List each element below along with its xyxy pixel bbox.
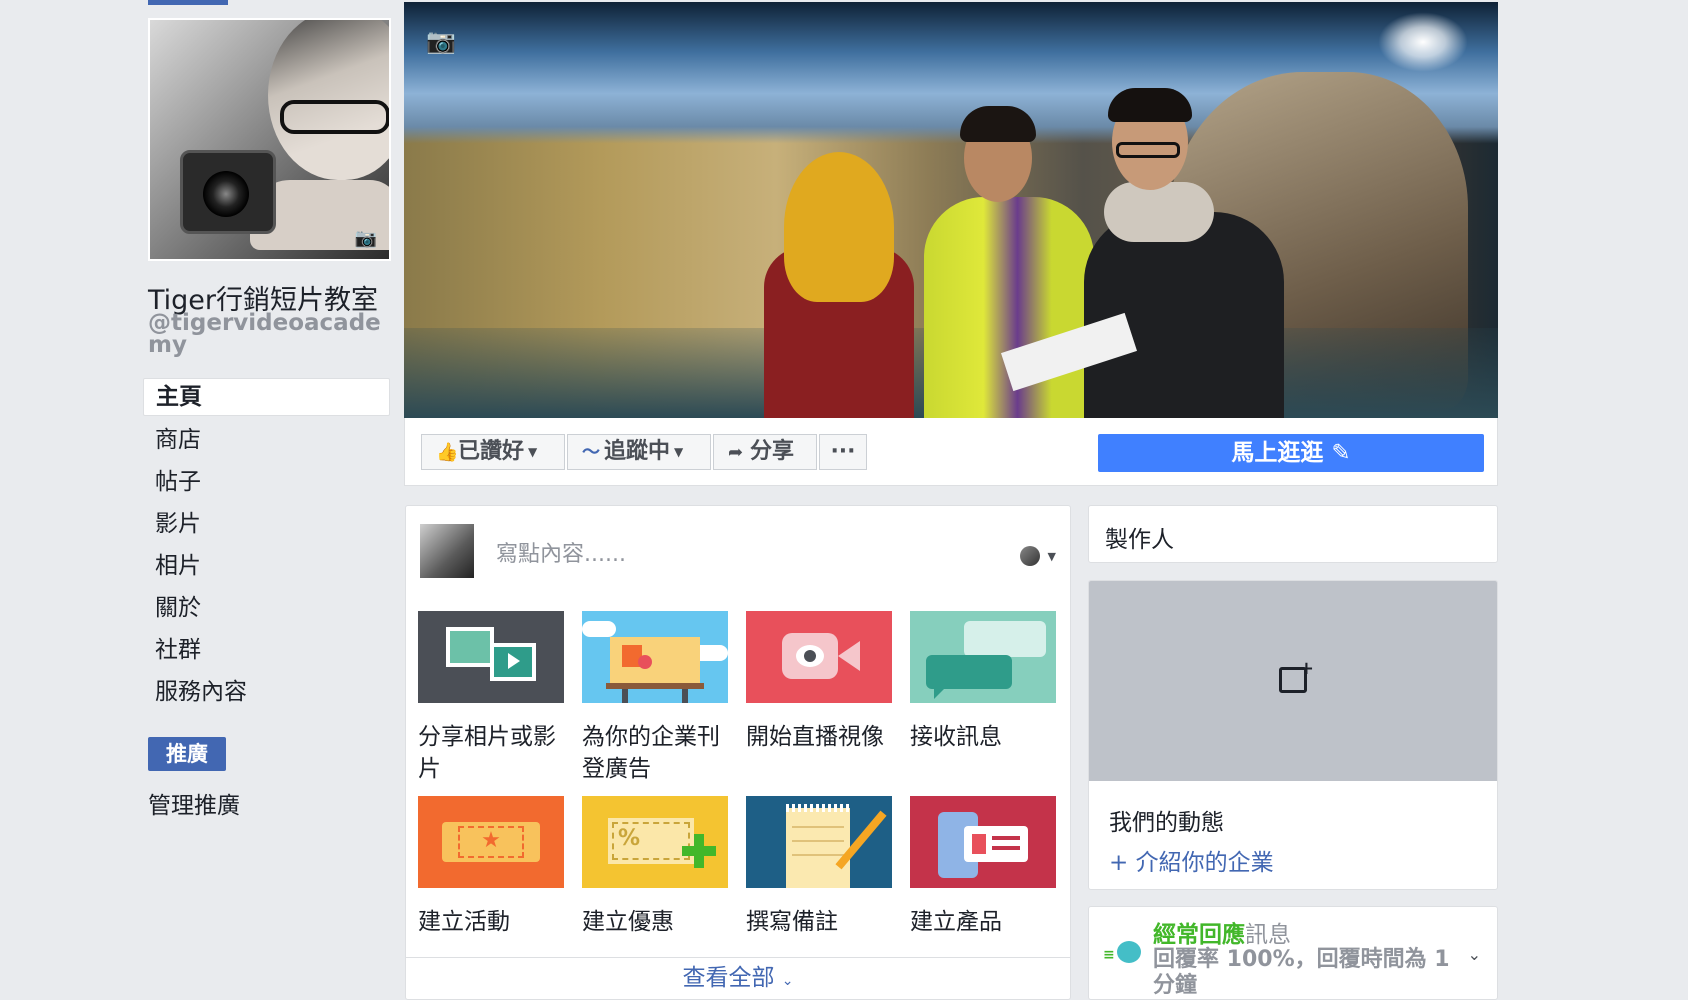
pencil-icon[interactable]: ✎ [1331,440,1350,466]
following-button[interactable]: 〜追蹤中 ▼ [567,434,711,470]
nav-item-home[interactable]: 主頁 [143,378,390,416]
coupon-icon: % [582,796,728,888]
message-icon [910,611,1056,703]
share-arrow-icon: ➦ [728,442,744,463]
cover-light [1378,12,1468,72]
promote-button[interactable]: 推廣 [148,737,226,771]
tile-label: 建立產品 [910,909,1002,935]
response-title: 經常回應訊息 [1153,915,1291,949]
update-cover-camera-icon[interactable]: 📷 [426,28,456,54]
tile-label: 撰寫備註 [746,909,838,935]
tile-label: 建立優惠 [582,909,674,935]
nav-item-shop[interactable]: 商店 [143,420,390,462]
profile-photo-lens [203,171,249,217]
shop-now-button[interactable]: 馬上逛逛 ✎ [1098,434,1484,472]
share-label: 分享 [750,439,795,464]
chevron-down-icon[interactable]: ⌄ [1468,945,1481,964]
tile-advertise[interactable]: 為你的企業刊登廣告 [582,611,728,785]
share-button[interactable]: ➦ 分享 [713,434,817,470]
response-title-highlight: 經常回應 [1153,922,1245,948]
page-action-bar: 👍已讚好 ▼ 〜追蹤中 ▼ ➦ 分享 ··· 馬上逛逛 ✎ [404,418,1498,486]
nav-item-videos[interactable]: 影片 [143,504,390,546]
nav-item-services[interactable]: 服務內容 [143,672,390,714]
add-photo-icon[interactable] [1279,658,1314,693]
tile-go-live[interactable]: 開始直播視像 [746,611,892,753]
creator-label: 製作人 [1105,527,1174,553]
rss-icon: 〜 [582,442,600,463]
introduce-business-link[interactable]: + 介紹你的企業 [1109,843,1274,877]
profile-photo-camera [180,150,276,234]
cover-person-2 [924,197,1094,418]
post-composer: 寫點內容...... ▼ 分享相片或影片 為你的企業刊登廣告 開始直播視像 接收… [405,505,1071,1000]
chevron-down-icon: ▼ [674,445,684,459]
tile-write-note[interactable]: 撰寫備註 [746,796,892,938]
manage-promotions-link[interactable]: 管理推廣 [148,786,240,820]
tile-label: 接收訊息 [910,724,1002,750]
story-title: 我們的動態 [1109,810,1224,836]
tile-create-event[interactable]: ★ 建立活動 [418,796,564,938]
nav-item-posts[interactable]: 帖子 [143,462,390,504]
response-detail: 回覆率 100%，回覆時間為 1 分鐘 [1153,947,1450,998]
live-video-icon [746,611,892,703]
chevron-down-icon: ▼ [528,445,538,459]
note-icon [746,796,892,888]
shop-now-label: 馬上逛逛 [1231,440,1324,466]
tile-create-product[interactable]: 建立產品 [910,796,1056,938]
nav-item-community[interactable]: 社群 [143,630,390,672]
our-story-card: 我們的動態 + 介紹你的企業 [1088,580,1498,890]
product-icon [910,796,1056,888]
more-options-button[interactable]: ··· [819,434,867,470]
cover-photo[interactable]: 📷 [404,2,1498,418]
audience-selector-avatar[interactable] [1020,546,1040,566]
liked-label: 已讚好 [458,439,525,464]
thumbs-up-icon: 👍 [436,442,459,463]
following-label: 追蹤中 [604,439,671,464]
liked-button[interactable]: 👍已讚好 ▼ [421,434,565,470]
profile-picture[interactable]: 📷 [148,18,391,261]
tile-label: 開始直播視像 [746,724,884,750]
page-handle[interactable]: @tigervideoacademy [148,312,388,357]
tile-label: 為你的企業刊登廣告 [582,724,720,782]
creator-card[interactable]: 製作人 [1088,505,1498,563]
photo-video-icon [418,611,564,703]
composer-input[interactable]: 寫點內容...... [496,536,626,568]
messenger-fast-response-icon: ≡ [1103,941,1143,967]
cover-person-2-hair [960,106,1036,142]
response-title-rest: 訊息 [1245,922,1291,948]
cover-person-1-hijab [784,152,894,302]
cover-person-3-glasses [1116,142,1180,158]
profile-photo-glasses [280,100,389,134]
story-image-placeholder[interactable] [1089,581,1497,781]
profile-photo-person [268,20,389,180]
chevron-down-icon: ⌄ [781,973,794,989]
billboard-icon [582,611,728,703]
tile-label: 建立活動 [418,909,510,935]
ticket-icon: ★ [418,796,564,888]
page-nav: 主頁 商店 帖子 影片 相片 關於 社群 服務內容 [143,378,390,714]
composer-avatar [420,524,474,578]
tile-share-photo-video[interactable]: 分享相片或影片 [418,611,564,785]
tile-get-messages[interactable]: 接收訊息 [910,611,1056,753]
response-rate-card[interactable]: ≡ 經常回應訊息 回覆率 100%，回覆時間為 1 分鐘 ⌄ [1088,906,1498,1000]
update-profile-photo-camera-icon[interactable]: 📷 [353,229,379,249]
tile-create-offer[interactable]: % 建立優惠 [582,796,728,938]
nav-item-about[interactable]: 關於 [143,588,390,630]
cover-person-3-hair [1108,88,1192,122]
chevron-down-icon[interactable]: ▼ [1048,550,1056,563]
see-all-label: 查看全部 [682,965,775,991]
cover-person-3-scarf [1104,182,1214,242]
top-accent-bar [148,0,228,5]
cover-person-3 [1084,212,1284,418]
see-all-button[interactable]: 查看全部 ⌄ [406,957,1070,999]
nav-item-photos[interactable]: 相片 [143,546,390,588]
tile-label: 分享相片或影片 [418,724,556,782]
